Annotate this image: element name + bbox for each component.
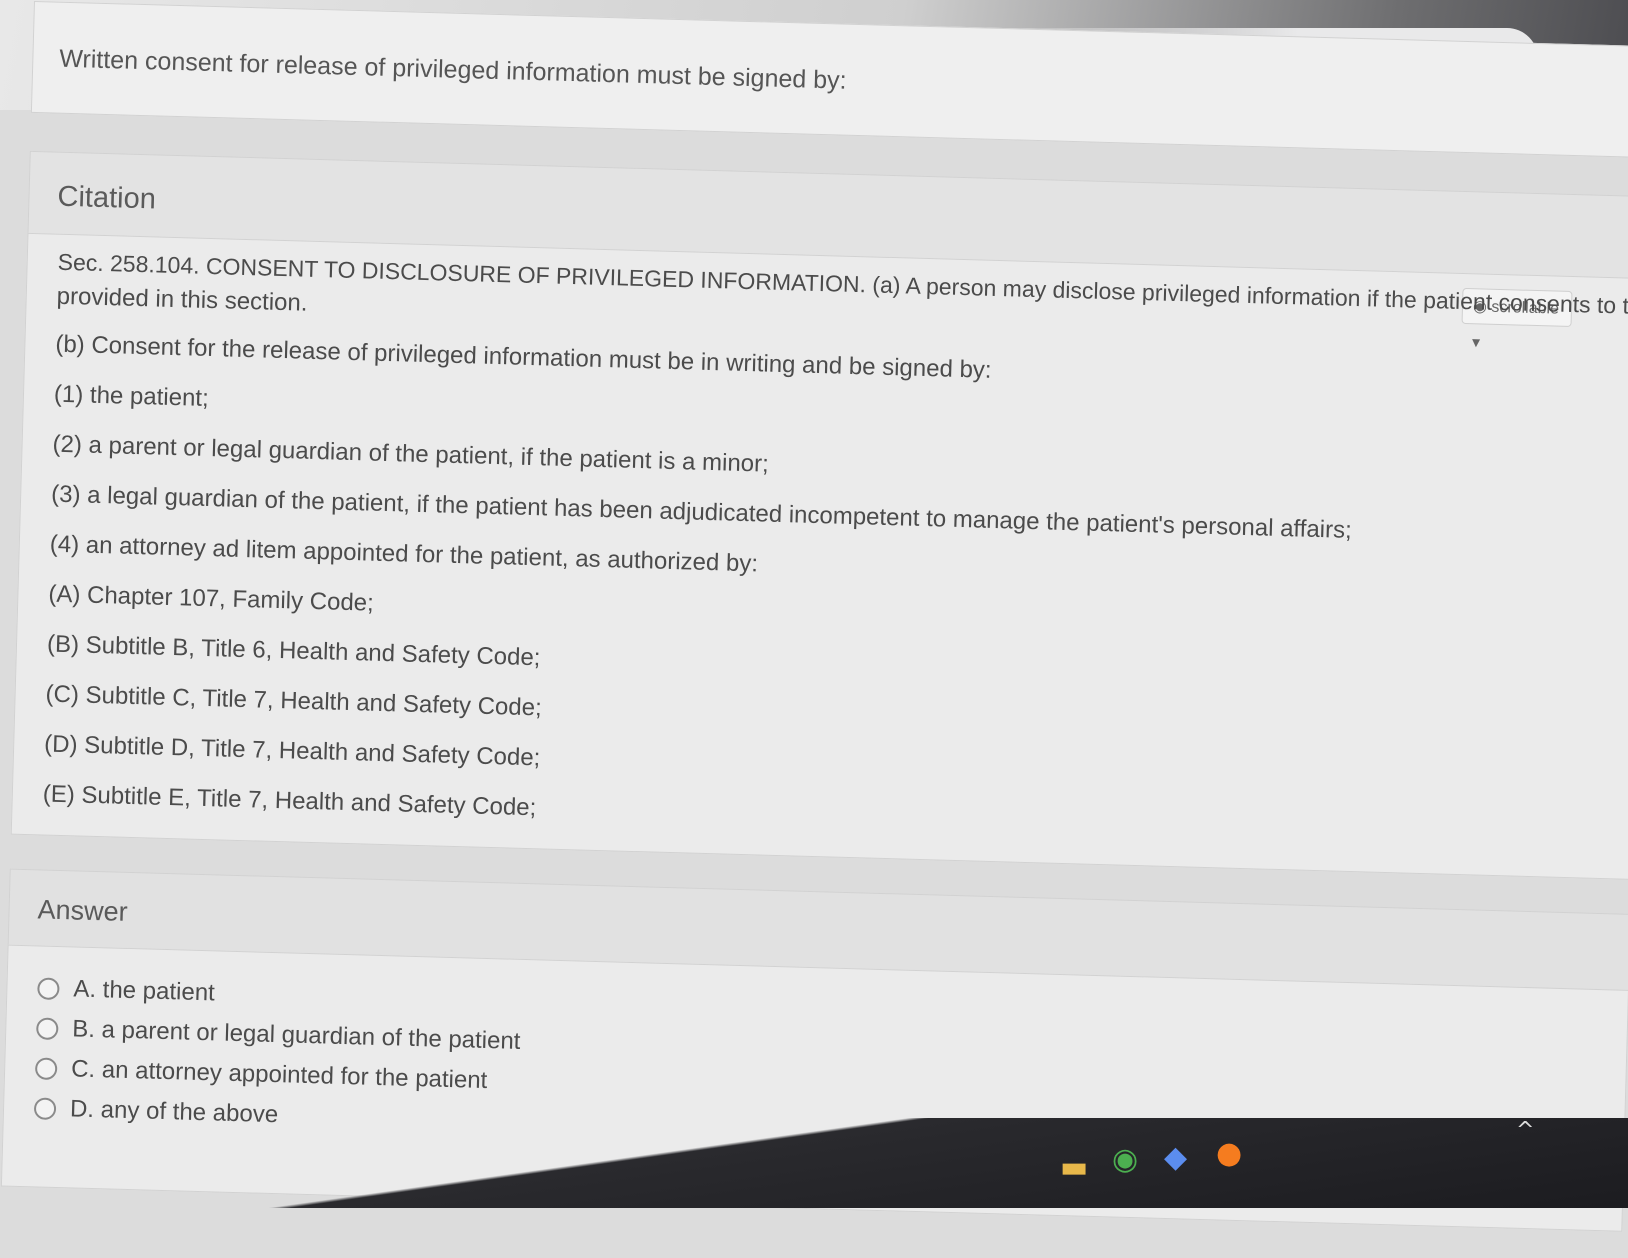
answer-option-b[interactable]: B. a parent or legal guardian of the pat…	[35, 1014, 521, 1056]
option-label: A. the patient	[73, 975, 216, 1007]
citation-line: (4) an attorney ad litem appointed for t…	[49, 530, 759, 578]
quiz-page: Written consent for release of privilege…	[0, 0, 1628, 1253]
os-taskbar: ▬ ◉ ◆ ● ^	[0, 1118, 1628, 1208]
radio-button[interactable]	[37, 977, 60, 1001]
citation-line: (B) Subtitle B, Title 6, Health and Safe…	[46, 630, 541, 672]
citation-line: (1) the patient;	[53, 380, 210, 412]
citation-line: (C) Subtitle C, Title 7, Health and Safe…	[45, 680, 543, 722]
caret-down-icon: ▾	[1471, 334, 1481, 352]
answer-option-a[interactable]: A. the patient	[37, 974, 215, 1007]
citation-line: (b) Consent for the release of privilege…	[55, 330, 992, 384]
option-label: B. a parent or legal guardian of the pat…	[71, 1015, 521, 1055]
radio-button[interactable]	[35, 1017, 59, 1041]
citation-line: (2) a parent or legal guardian of the pa…	[52, 430, 770, 478]
option-label: C. an attorney appointed for the patient	[70, 1055, 488, 1095]
answer-option-c[interactable]: C. an attorney appointed for the patient	[34, 1054, 488, 1095]
citation-body[interactable]: ◉ scrollable ▾ Sec. 258.104. CONSENT TO …	[10, 232, 1628, 880]
radio-button[interactable]	[34, 1057, 58, 1081]
citation-title: Citation	[57, 180, 157, 216]
radio-button[interactable]	[33, 1097, 57, 1120]
chrome-icon[interactable]: ◉	[1112, 1142, 1138, 1177]
folder-icon[interactable]: ▬	[1060, 1150, 1088, 1185]
chevron-up-icon[interactable]: ^	[1516, 1118, 1534, 1143]
citation-line: (A) Chapter 107, Family Code;	[48, 580, 375, 617]
answer-title: Answer	[37, 894, 129, 927]
bing-chat-icon[interactable]: ◆	[1164, 1140, 1187, 1175]
citation-line: (D) Subtitle D, Title 7, Health and Safe…	[43, 730, 541, 772]
question-text: Written consent for release of privilege…	[58, 44, 847, 95]
citation-line: provided in this section.	[56, 282, 308, 317]
firefox-icon[interactable]: ●	[1216, 1136, 1242, 1171]
citation-line: (E) Subtitle E, Title 7, Health and Safe…	[42, 780, 537, 822]
